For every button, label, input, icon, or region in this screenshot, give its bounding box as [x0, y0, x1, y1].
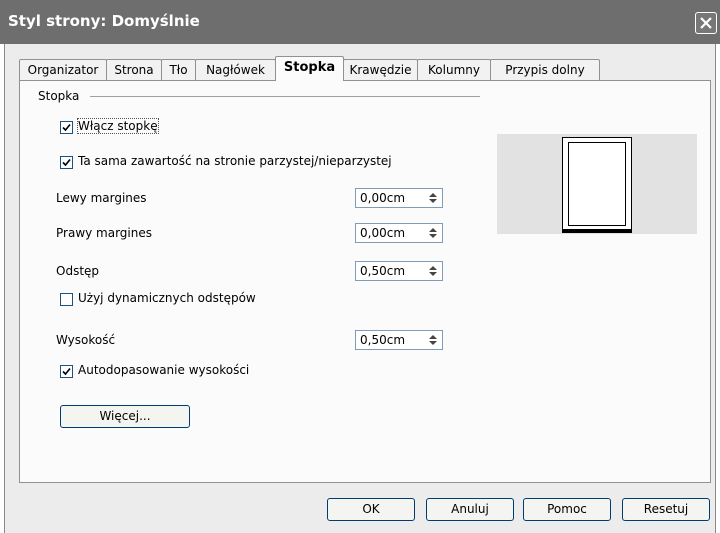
checkmark-icon [62, 123, 71, 132]
button-bar: OK Anuluj Pomoc Resetuj [5, 489, 715, 533]
tab-footnote[interactable]: Przypis dolny [490, 59, 600, 80]
spacing-value[interactable]: 0,50cm [360, 264, 405, 278]
height-label: Wysokość [56, 333, 116, 347]
enable-footer-checkbox[interactable] [60, 121, 73, 134]
spin-arrows-icon[interactable] [426, 264, 440, 278]
enable-footer-label[interactable]: Włącz stopkę [77, 118, 159, 134]
reset-button[interactable]: Resetuj [622, 498, 710, 521]
right-margin-spinner[interactable]: 0,00cm [355, 223, 443, 243]
spacing-spinner[interactable]: 0,50cm [355, 261, 443, 281]
close-icon [700, 17, 712, 29]
height-spinner[interactable]: 0,50cm [355, 330, 443, 350]
more-button[interactable]: Więcej... [60, 405, 190, 428]
checkmark-icon [62, 158, 71, 167]
help-button[interactable]: Pomoc [523, 498, 611, 521]
title-bar: Styl strony: Domyślnie [0, 0, 720, 44]
ok-button[interactable]: OK [327, 498, 415, 521]
page-preview [497, 134, 697, 234]
preview-page [562, 137, 632, 233]
same-content-label[interactable]: Ta sama zawartość na stronie parzystej/n… [78, 154, 392, 168]
checkmark-icon [62, 367, 71, 376]
group-divider [90, 96, 480, 97]
window-title: Styl strony: Domyślnie [8, 12, 200, 30]
preview-footer-area [563, 229, 631, 232]
footer-panel: Stopka Włącz stopkę Ta sama zawartość na… [19, 80, 711, 483]
tab-columns[interactable]: Kolumny [417, 59, 491, 80]
right-margin-label: Prawy margines [56, 226, 152, 240]
tab-footer[interactable]: Stopka [275, 56, 344, 81]
autofit-height-label[interactable]: Autodopasowanie wysokości [78, 363, 249, 377]
tab-header[interactable]: Nagłówek [195, 59, 276, 80]
dynamic-spacing-label[interactable]: Użyj dynamicznych odstępów [78, 291, 256, 305]
tab-page[interactable]: Strona [106, 59, 162, 80]
left-margin-spinner[interactable]: 0,00cm [355, 188, 443, 208]
cancel-button[interactable]: Anuluj [426, 498, 514, 521]
tab-background[interactable]: Tło [161, 59, 196, 80]
left-margin-value[interactable]: 0,00cm [360, 191, 405, 205]
spin-arrows-icon[interactable] [426, 226, 440, 240]
same-content-checkbox[interactable] [60, 156, 73, 169]
spin-arrows-icon[interactable] [426, 191, 440, 205]
dynamic-spacing-checkbox[interactable] [60, 293, 73, 306]
tab-organizer[interactable]: Organizator [19, 59, 107, 80]
left-margin-label: Lewy margines [56, 191, 147, 205]
preview-content-area [568, 142, 626, 226]
footer-group-label: Stopka [38, 89, 80, 103]
dialog: Organizator Strona Tło Nagłówek Stopka K… [4, 44, 716, 533]
tab-borders[interactable]: Krawędzie [343, 59, 418, 80]
spacing-label: Odstęp [56, 264, 100, 278]
height-value[interactable]: 0,50cm [360, 333, 405, 347]
spin-arrows-icon[interactable] [426, 333, 440, 347]
autofit-height-checkbox[interactable] [60, 365, 73, 378]
close-button[interactable] [695, 12, 717, 34]
right-margin-value[interactable]: 0,00cm [360, 226, 405, 240]
